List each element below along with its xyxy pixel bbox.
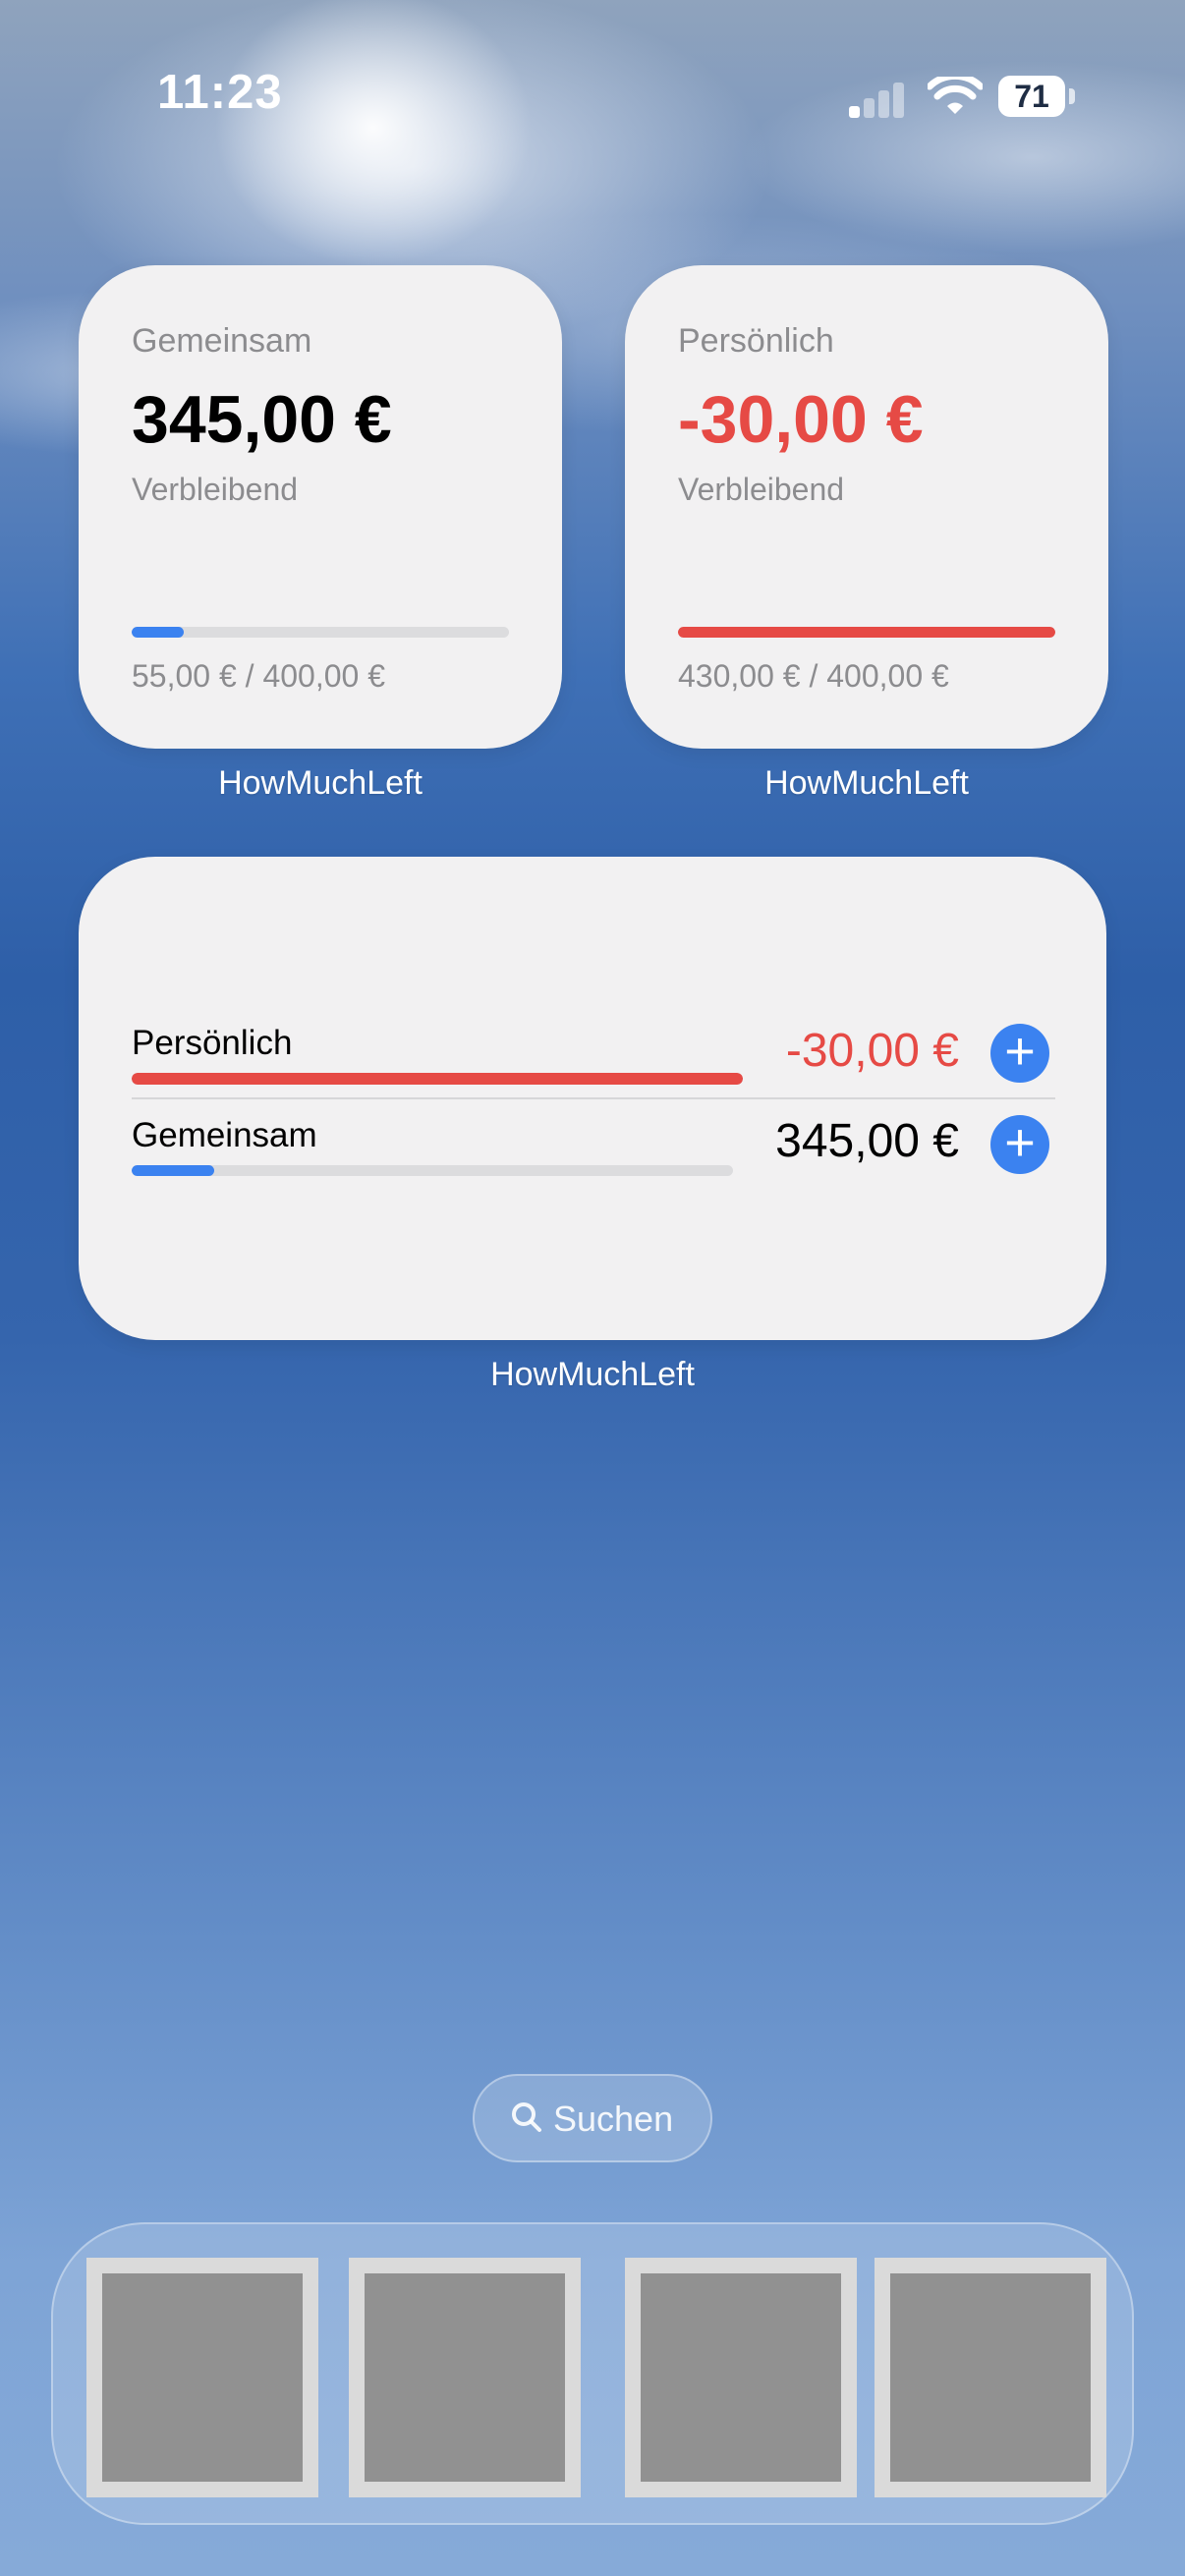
progress-fill — [678, 627, 1055, 638]
dock-app-4[interactable] — [875, 2258, 1106, 2497]
row-amount-personal: -30,00 € — [785, 1025, 959, 1077]
widget-overview-large[interactable]: Persönlich -30,00 € + Gemeinsam 345,00 €… — [79, 857, 1106, 1340]
row-name-shared: Gemeinsam — [132, 1116, 317, 1154]
progress-fill — [132, 1165, 215, 1176]
app-icon-placeholder — [641, 2273, 841, 2482]
battery-icon: 71 — [998, 76, 1065, 117]
dock-app-2[interactable] — [349, 2258, 581, 2497]
widget-caption: HowMuchLeft — [490, 1356, 695, 1393]
row-amount-shared: 345,00 € — [775, 1115, 959, 1167]
row-name-personal: Persönlich — [132, 1024, 293, 1062]
search-label: Suchen — [553, 2099, 674, 2139]
app-icon-placeholder — [890, 2273, 1091, 2482]
widget-subtitle: Verbleibend — [132, 472, 299, 507]
progress-track — [132, 1165, 733, 1176]
wifi-icon — [928, 77, 983, 114]
dock-app-1[interactable] — [86, 2258, 318, 2497]
widget-title: Gemeinsam — [132, 322, 312, 360]
widget-shared-small[interactable]: Gemeinsam 345,00 € Verbleibend 55,00 € /… — [79, 265, 562, 749]
progress-track — [132, 627, 509, 638]
add-expense-button[interactable]: + — [990, 1115, 1049, 1174]
widget-caption: HowMuchLeft — [764, 764, 969, 802]
progress-fill — [132, 1073, 743, 1085]
widget-amount: -30,00 € — [678, 382, 924, 457]
progress-track — [678, 627, 1055, 638]
add-expense-button[interactable]: + — [990, 1024, 1049, 1083]
dock-app-3[interactable] — [625, 2258, 857, 2497]
progress-track — [132, 1073, 743, 1085]
widget-subtitle: Verbleibend — [678, 472, 845, 507]
status-time: 11:23 — [157, 66, 283, 119]
search-icon — [512, 2102, 541, 2132]
row-divider — [132, 1097, 1055, 1099]
battery-cap — [1069, 88, 1075, 104]
app-icon-placeholder — [102, 2273, 303, 2482]
search-button[interactable]: Suchen — [473, 2074, 712, 2162]
app-icon-placeholder — [365, 2273, 565, 2482]
widget-amount: 345,00 € — [132, 382, 392, 457]
cellular-signal-icon — [849, 83, 906, 118]
widget-footer: 55,00 € / 400,00 € — [132, 658, 385, 694]
widget-caption: HowMuchLeft — [218, 764, 423, 802]
widget-title: Persönlich — [678, 322, 834, 360]
progress-fill — [132, 627, 184, 638]
widget-footer: 430,00 € / 400,00 € — [678, 658, 949, 694]
widget-personal-small[interactable]: Persönlich -30,00 € Verbleibend 430,00 €… — [625, 265, 1108, 749]
